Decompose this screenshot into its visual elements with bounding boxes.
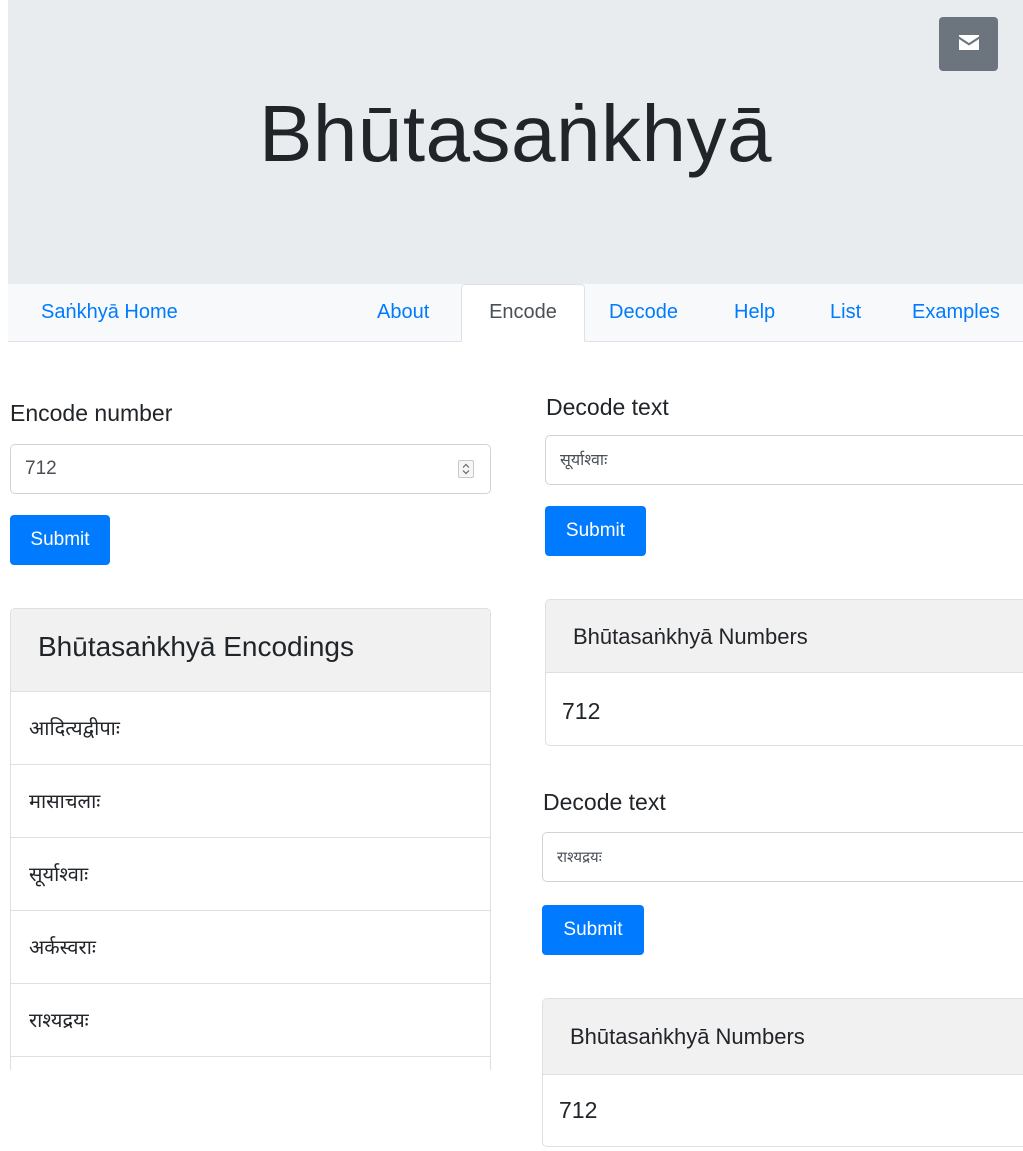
number-spinner[interactable] — [458, 460, 474, 478]
encode-submit-button[interactable]: Submit — [10, 515, 110, 565]
encodings-card: Bhūtasaṅkhyā Encodings आदित्यद्वीपाः मास… — [10, 608, 491, 1070]
encode-number-input[interactable]: 712 — [10, 444, 491, 494]
nav-link-encode[interactable]: Encode — [461, 284, 585, 342]
decode-text-label: Decode text — [543, 789, 666, 815]
main-navbar: Saṅkhyā Home About Encode Decode Help Li… — [8, 284, 1023, 342]
decode-numbers-card-title: Bhūtasaṅkhyā Numbers — [546, 600, 1023, 673]
decode-text-value: राश्यद्रयः — [557, 848, 602, 866]
nav-link-help[interactable]: Help — [734, 284, 775, 341]
encodings-card-title: Bhūtasaṅkhyā Encodings — [11, 609, 490, 692]
decode-numbers-card: Bhūtasaṅkhyā Numbers 712 — [542, 998, 1023, 1147]
nav-link-list[interactable]: List — [830, 284, 861, 341]
encoding-list-item: आदित्यद्वीपाः — [11, 692, 490, 765]
jumbotron-header: Bhūtasaṅkhyā — [8, 0, 1023, 284]
decode-text-input[interactable]: सूर्याश्वाः — [545, 435, 1023, 485]
decode-numbers-card: Bhūtasaṅkhyā Numbers 712 — [545, 599, 1023, 746]
encoding-list-item: अर्कस्वराः — [11, 911, 490, 984]
site-title: Bhūtasaṅkhyā — [258, 89, 773, 178]
encoding-list-item: सूर्याश्वाः — [11, 838, 490, 911]
encode-number-label: Encode number — [10, 400, 173, 426]
decoded-number: 712 — [562, 698, 601, 724]
spinner-arrows-icon — [462, 463, 470, 475]
decoded-number: 712 — [559, 1097, 598, 1123]
decode-submit-button[interactable]: Submit — [542, 905, 644, 955]
nav-link-decode[interactable]: Decode — [609, 284, 678, 341]
encode-number-value: 712 — [25, 458, 57, 479]
decode-numbers-card-title: Bhūtasaṅkhyā Numbers — [543, 999, 1023, 1075]
encoding-list-item: मासाचलाः — [11, 765, 490, 838]
contact-email-button[interactable] — [939, 17, 998, 71]
decode-text-label: Decode text — [546, 394, 669, 420]
nav-link-examples[interactable]: Examples — [912, 284, 1000, 341]
decode-text-value: सूर्याश्वाः — [560, 450, 608, 469]
nav-link-about[interactable]: About — [377, 284, 429, 341]
encoding-list-item: राश्यद्रयः — [11, 984, 490, 1057]
decode-submit-button[interactable]: Submit — [545, 506, 646, 556]
decode-text-input[interactable]: राश्यद्रयः — [542, 832, 1023, 882]
nav-brand-home-link[interactable]: Saṅkhyā Home — [41, 284, 178, 341]
envelope-icon — [959, 35, 979, 50]
